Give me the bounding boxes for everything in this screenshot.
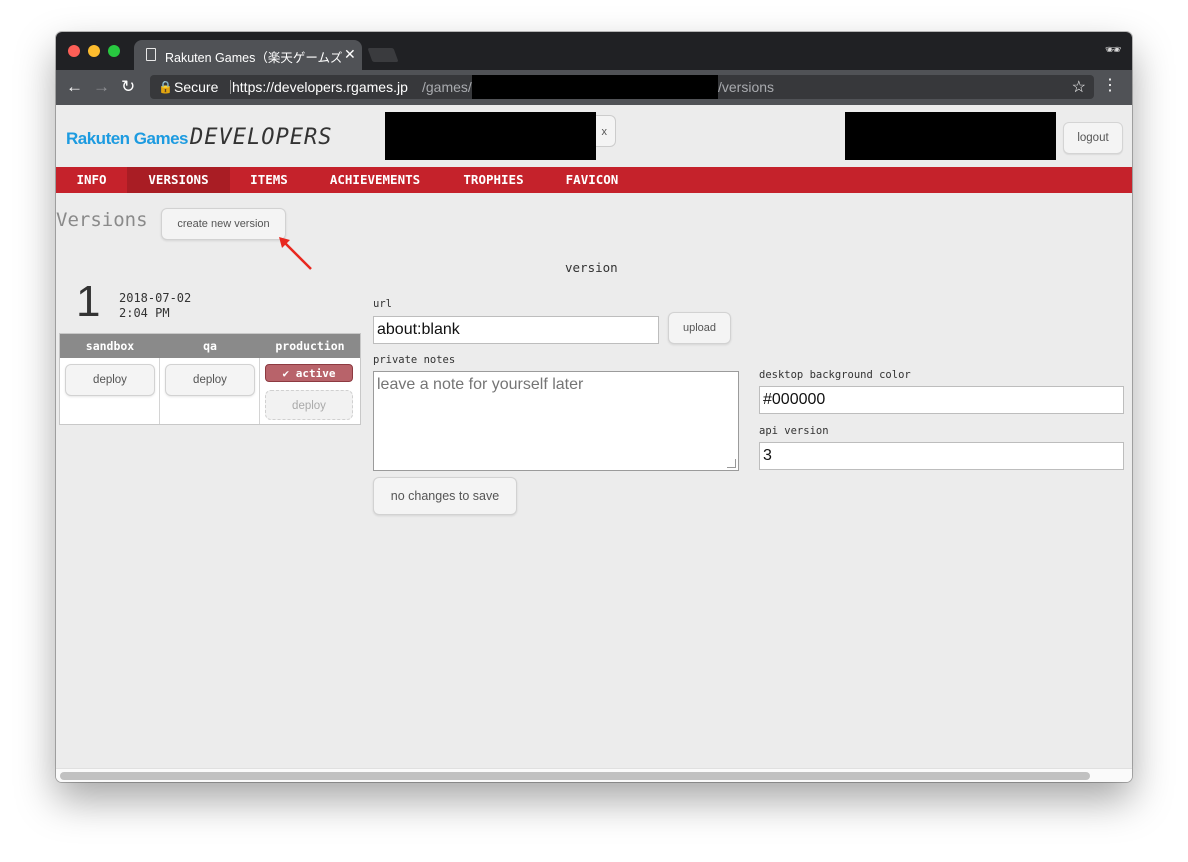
deploy-sandbox-button[interactable]: deploy xyxy=(65,364,155,396)
url-input[interactable]: about:blank xyxy=(373,316,659,344)
column-divider xyxy=(259,358,260,424)
redacted-url-segment xyxy=(472,75,718,99)
env-header-qa: qa xyxy=(203,339,217,353)
site-logo[interactable]: Rakuten GamesDEVELOPERS xyxy=(66,125,332,150)
main-nav: INFO VERSIONS ITEMS ACHIEVEMENTS TROPHIE… xyxy=(56,167,1132,193)
browser-tab[interactable]: Rakuten Games（楽天ゲームズ ✕ xyxy=(134,40,362,70)
logo-brand: Rakuten Games xyxy=(66,129,189,148)
private-notes-label: private notes xyxy=(373,354,456,366)
save-changes-button[interactable]: no changes to save xyxy=(373,477,517,515)
nav-item-favicon[interactable]: FAVICON xyxy=(545,167,639,193)
maximize-window-button[interactable] xyxy=(108,45,120,57)
back-arrow-icon[interactable]: ← xyxy=(66,77,83,97)
forward-arrow-icon[interactable]: → xyxy=(93,77,110,97)
column-divider xyxy=(159,358,160,424)
secure-label: Secure xyxy=(174,79,219,95)
production-active-badge: ✔ active xyxy=(265,364,353,382)
url-path-prefix: /games/ xyxy=(422,79,472,95)
page-content: Rakuten GamesDEVELOPERS x logout INFO VE… xyxy=(56,105,1132,782)
browser-titlebar: Rakuten Games（楽天ゲームズ ✕ 🕶 xyxy=(56,32,1132,70)
horizontal-scrollbar[interactable] xyxy=(56,768,1132,782)
incognito-icon: 🕶 xyxy=(1104,42,1122,57)
private-notes-textarea[interactable]: leave a note for yourself later xyxy=(373,371,739,471)
create-new-version-button[interactable]: create new version xyxy=(161,208,286,240)
environment-table-header: sandbox qa production xyxy=(60,334,360,358)
version-form-heading: version xyxy=(565,260,618,275)
browser-menu-icon[interactable]: ⋮ xyxy=(1102,78,1118,94)
tab-title: Rakuten Games（楽天ゲームズ xyxy=(165,51,343,65)
logout-button[interactable]: logout xyxy=(1063,122,1123,154)
api-version-input[interactable]: 3 xyxy=(759,442,1124,470)
lock-icon: 🔒 xyxy=(158,80,173,94)
new-tab-button[interactable] xyxy=(367,48,399,62)
url-label: url xyxy=(373,298,392,310)
desktop-bg-color-label: desktop background color xyxy=(759,369,911,381)
notes-placeholder: leave a note for yourself later xyxy=(377,376,584,393)
browser-toolbar: ← → ↻ 🔒 Secure https://developers.rgames… xyxy=(56,70,1132,105)
version-timestamp: 2018-07-02 2:04 PM xyxy=(119,291,191,321)
page-title: Versions xyxy=(56,209,148,231)
version-date: 2018-07-02 xyxy=(119,291,192,305)
api-version-label: api version xyxy=(759,425,829,437)
upload-button[interactable]: upload xyxy=(668,312,731,344)
version-number: 1 xyxy=(76,277,101,326)
annotation-arrow-icon xyxy=(279,237,312,270)
browser-window: Rakuten Games（楽天ゲームズ ✕ 🕶 ← → ↻ 🔒 Secure … xyxy=(56,32,1132,782)
reload-icon[interactable]: ↻ xyxy=(121,77,135,97)
address-separator xyxy=(230,80,231,94)
nav-item-achievements[interactable]: ACHIEVEMENTS xyxy=(308,167,442,193)
minimize-window-button[interactable] xyxy=(88,45,100,57)
logo-suffix: DEVELOPERS xyxy=(190,125,333,150)
scrollbar-thumb[interactable] xyxy=(60,772,1090,780)
close-tab-icon[interactable]: ✕ xyxy=(344,46,356,63)
close-window-button[interactable] xyxy=(68,45,80,57)
url-path-suffix: /versions xyxy=(718,79,775,95)
redacted-block xyxy=(845,112,1056,160)
active-label: active xyxy=(295,367,336,380)
environment-table: sandbox qa production deploy deploy ✔ ac… xyxy=(59,333,361,425)
version-time: 2:04 PM xyxy=(119,306,170,320)
nav-item-versions[interactable]: VERSIONS xyxy=(127,167,230,193)
bookmark-star-icon[interactable]: ☆ xyxy=(1072,77,1086,97)
redacted-block xyxy=(385,112,596,160)
nav-item-items[interactable]: ITEMS xyxy=(230,167,308,193)
resize-handle-icon[interactable] xyxy=(727,459,736,468)
check-icon: ✔ xyxy=(282,367,296,380)
nav-item-trophies[interactable]: TROPHIES xyxy=(442,167,545,193)
desktop-bg-color-input[interactable]: #000000 xyxy=(759,386,1124,414)
env-header-sandbox: sandbox xyxy=(85,339,135,353)
deploy-production-button: deploy xyxy=(265,390,353,420)
address-bar[interactable]: 🔒 Secure https://developers.rgames.jp /g… xyxy=(150,75,1094,99)
deploy-qa-button[interactable]: deploy xyxy=(165,364,255,396)
nav-item-info[interactable]: INFO xyxy=(56,167,127,193)
env-header-production: production xyxy=(275,339,345,353)
url-host: https://developers.rgames.jp xyxy=(232,79,408,95)
page-icon xyxy=(146,48,156,61)
header-partial-button-text: x xyxy=(601,126,608,138)
